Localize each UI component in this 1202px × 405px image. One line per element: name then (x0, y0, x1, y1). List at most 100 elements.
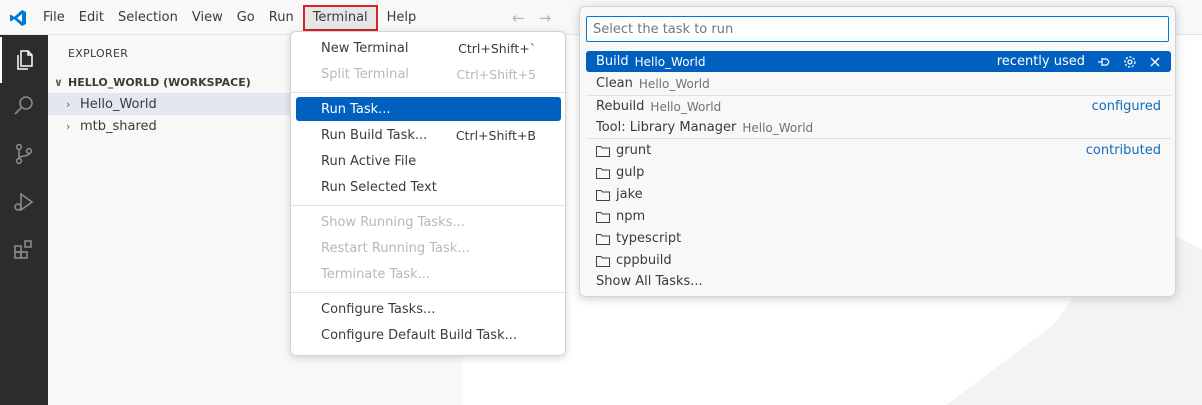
task-label: Build (596, 54, 629, 69)
folder-icon (596, 211, 610, 223)
task-label: npm (616, 209, 646, 224)
menu-item-shortcut: Ctrl+Shift+` (458, 40, 536, 56)
menu-selection[interactable]: Selection (111, 0, 185, 35)
extensions-icon (14, 240, 32, 259)
folder-icon (596, 189, 610, 201)
explorer-activity[interactable] (0, 37, 48, 83)
menu-help[interactable]: Help (380, 0, 424, 35)
task-label: Clean (596, 76, 633, 91)
task-item-cppbuild[interactable]: cppbuild (586, 250, 1171, 271)
folder-icon (596, 255, 610, 267)
menu-item-shortcut: Ctrl+Shift+5 (456, 66, 536, 82)
menu-item-label: Configure Default Build Task... (321, 327, 517, 343)
folder-label: mtb_shared (80, 118, 157, 134)
gear-icon[interactable] (1123, 55, 1137, 69)
menu-item-run-selected-text[interactable]: Run Selected Text (296, 175, 561, 199)
task-item-library-manager[interactable]: Tool: Library Manager Hello_World (586, 117, 1171, 138)
folder-icon (596, 145, 610, 157)
menu-item-show-running-tasks: Show Running Tasks... (296, 210, 561, 234)
folder-icon (596, 233, 610, 245)
menu-view[interactable]: View (185, 0, 230, 35)
menu-run[interactable]: Run (262, 0, 301, 35)
task-label: Rebuild (596, 99, 645, 114)
terminal-menu: New Terminal Ctrl+Shift+` Split Terminal Ct… (290, 31, 566, 356)
contributed-tag: contributed (1085, 143, 1161, 158)
task-desc: Hello_World (638, 76, 710, 91)
task-item-jake[interactable]: jake (586, 184, 1171, 205)
task-item-build[interactable]: Build Hello_World recently used (586, 51, 1171, 72)
menu-item-configure-tasks[interactable]: Configure Tasks... (296, 297, 561, 321)
menu-separator (291, 205, 565, 206)
forward-arrow-icon[interactable]: → (539, 9, 552, 27)
chevron-right-icon: › (66, 97, 71, 111)
task-label: cppbuild (616, 253, 672, 268)
menu-item-label: Run Build Task... (321, 127, 428, 143)
menu-item-label: Run Active File (321, 153, 417, 169)
menu-item-label: Run Task... (321, 101, 391, 117)
recently-used-tag: recently used (996, 54, 1085, 69)
sidebar-title: EXPLORER (68, 47, 129, 60)
search-activity[interactable] (0, 83, 48, 129)
menu-item-terminate-task: Terminate Task... (296, 262, 561, 286)
source-control-icon (15, 143, 33, 165)
menu-item-label: New Terminal (321, 40, 409, 56)
task-item-clean[interactable]: Clean Hello_World (586, 73, 1171, 94)
menu-item-run-build-task[interactable]: Run Build Task... Ctrl+Shift+B (296, 123, 561, 147)
nav-arrows: ← → (512, 9, 551, 27)
task-label: gulp (616, 165, 645, 180)
task-desc: Hello_World (742, 120, 814, 135)
menu-item-shortcut: Ctrl+Shift+B (455, 127, 536, 143)
vscode-logo-icon (10, 10, 26, 26)
menu-terminal[interactable]: Terminal (302, 4, 378, 31)
menu-go[interactable]: Go (230, 0, 262, 35)
show-all-tasks-item[interactable]: Show All Tasks... (586, 271, 1171, 292)
menu-item-configure-default-build-task[interactable]: Configure Default Build Task... (296, 323, 561, 347)
chevron-down-icon: ∨ (54, 75, 63, 89)
menu-separator (291, 92, 565, 93)
task-label: typescript (616, 231, 682, 246)
menu-item-run-active-file[interactable]: Run Active File (296, 149, 561, 173)
task-desc: Hello_World (650, 99, 722, 114)
task-desc: Hello_World (634, 54, 706, 69)
task-item-grunt[interactable]: grunt contributed (586, 140, 1171, 161)
task-item-npm[interactable]: npm (586, 206, 1171, 227)
task-item-gulp[interactable]: gulp (586, 162, 1171, 183)
task-item-rebuild[interactable]: Rebuild Hello_World configured (586, 96, 1171, 117)
search-icon (14, 96, 33, 115)
task-label: grunt (616, 143, 652, 158)
task-search-input[interactable] (586, 16, 1169, 42)
menu-item-label: Show Running Tasks... (321, 214, 465, 230)
pin-icon[interactable] (1097, 55, 1111, 69)
menu-item-run-task[interactable]: Run Task... (296, 97, 561, 121)
task-item-typescript[interactable]: typescript (586, 228, 1171, 249)
source-control-activity[interactable] (0, 131, 48, 177)
back-arrow-icon[interactable]: ← (512, 9, 525, 27)
menu-item-restart-running-task: Restart Running Task... (296, 236, 561, 260)
run-debug-activity[interactable] (0, 179, 48, 225)
menu-bar: File Edit Selection View Go Run Terminal Help (36, 0, 423, 35)
close-icon[interactable] (1149, 56, 1161, 68)
chevron-right-icon: › (66, 119, 71, 133)
task-label: jake (616, 187, 643, 202)
workspace-name: HELLO_WORLD (WORKSPACE) (68, 75, 251, 89)
menu-file[interactable]: File (36, 0, 72, 35)
task-item-actions: recently used (997, 54, 1161, 69)
menu-item-label: Restart Running Task... (321, 240, 470, 256)
extensions-activity[interactable] (0, 227, 48, 273)
activity-bar (0, 35, 48, 405)
menu-item-label: Run Selected Text (321, 179, 437, 195)
menu-item-label: Configure Tasks... (321, 301, 436, 317)
configured-tag: configured (1091, 99, 1161, 114)
separator (586, 138, 1171, 139)
task-quick-pick: Build Hello_World recently used Clean He… (579, 6, 1176, 297)
menu-item-label: Terminate Task... (321, 266, 431, 282)
explorer-icon (17, 50, 33, 70)
menu-separator (291, 292, 565, 293)
menu-item-label: Split Terminal (321, 66, 409, 82)
folder-icon (596, 167, 610, 179)
task-label: Tool: Library Manager (596, 120, 737, 135)
show-all-label: Show All Tasks... (596, 274, 703, 289)
run-debug-icon (14, 192, 34, 212)
menu-edit[interactable]: Edit (72, 0, 111, 35)
menu-item-new-terminal[interactable]: New Terminal Ctrl+Shift+` (296, 36, 561, 60)
